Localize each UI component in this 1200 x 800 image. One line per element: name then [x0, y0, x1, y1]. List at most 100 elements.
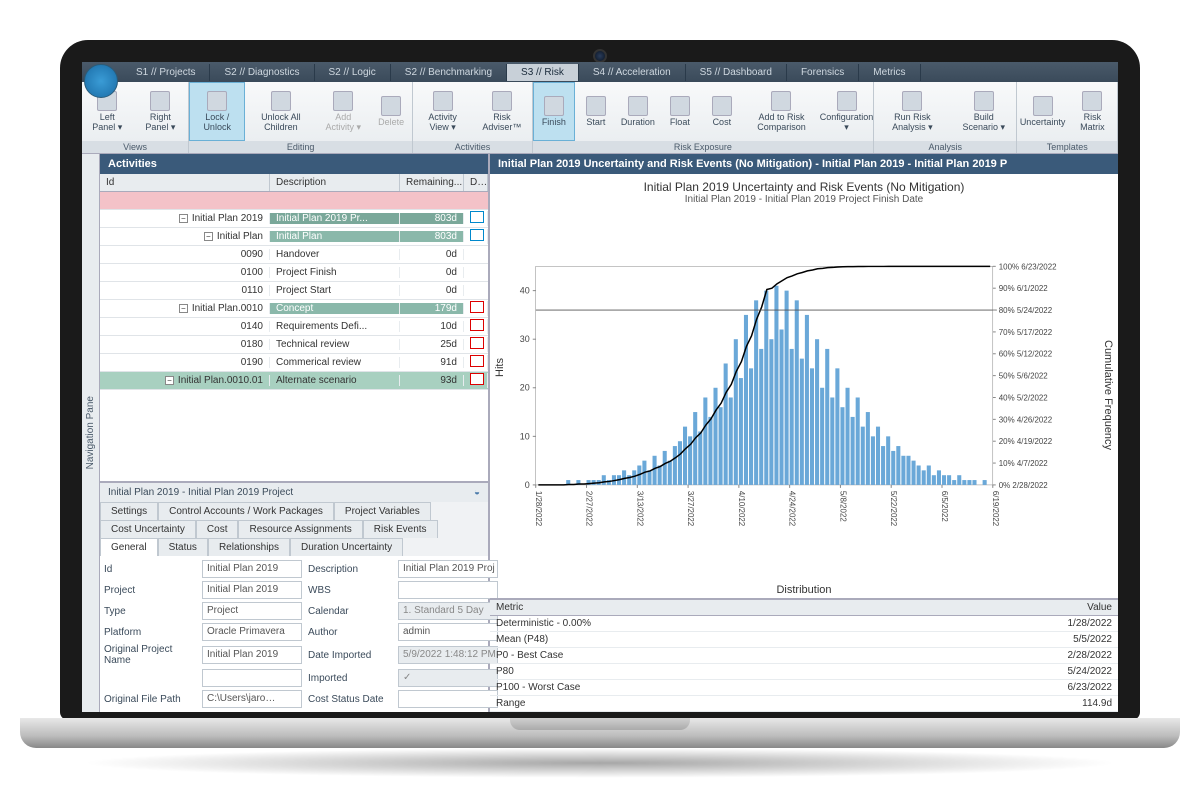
details-tab[interactable]: Project Variables [334, 502, 431, 520]
svg-text:4/10/2022: 4/10/2022 [737, 491, 746, 527]
module-tab[interactable]: S1 // Projects [122, 64, 210, 81]
svg-text:4/24/2022: 4/24/2022 [788, 491, 797, 527]
activity-row[interactable]: 0140Requirements Defi...10d [100, 318, 488, 336]
activity-row[interactable]: −Initial PlanInitial Plan803d [100, 228, 488, 246]
app-logo [84, 64, 118, 98]
field-value[interactable]: admin [398, 623, 498, 641]
field-value[interactable] [202, 669, 302, 687]
ribbon-button[interactable]: Activity View ▾ [413, 82, 472, 141]
activity-row[interactable]: −Initial Plan.0010Concept179d [100, 300, 488, 318]
activity-row[interactable] [100, 192, 488, 210]
collapse-icon[interactable]: ◒ [474, 487, 480, 498]
details-tab[interactable]: Relationships [208, 538, 290, 556]
tree-toggle-icon[interactable]: − [179, 214, 188, 223]
field-value[interactable]: Initial Plan 2019 [202, 560, 302, 578]
module-tabs: S1 // ProjectsS2 // DiagnosticsS2 // Log… [82, 62, 1118, 82]
ribbon-button[interactable]: Float [659, 82, 701, 141]
module-tab[interactable]: Forensics [787, 64, 859, 81]
activity-row[interactable]: 0190Commerical review91d [100, 354, 488, 372]
x-axis-label: Distribution [490, 582, 1118, 598]
metrics-col-value[interactable]: Value [1028, 600, 1118, 615]
activities-columns: Id Description Remaining... D… [100, 174, 488, 192]
details-tab[interactable]: Risk Events [363, 520, 438, 538]
details-tab[interactable]: Cost [196, 520, 239, 538]
module-tab[interactable]: S2 // Benchmarking [391, 64, 507, 81]
activity-row[interactable]: 0110Project Start0d [100, 282, 488, 300]
field-value[interactable]: Project [202, 602, 302, 620]
activity-row[interactable]: −Initial Plan 2019Initial Plan 2019 Pr..… [100, 210, 488, 228]
details-tab[interactable]: General [100, 538, 158, 556]
ribbon-button-label: Duration [621, 118, 655, 128]
metric-row[interactable]: P0 - Best Case2/28/2022 [490, 648, 1118, 664]
field-label: Platform [104, 627, 196, 638]
field-value[interactable] [398, 581, 498, 599]
module-tab[interactable]: Metrics [859, 64, 920, 81]
ribbon-button[interactable]: Start [575, 82, 617, 141]
ribbon-button-label: Left Panel ▾ [88, 113, 127, 133]
ribbon-button[interactable]: Add to Risk Comparison [743, 82, 820, 141]
details-tab[interactable]: Duration Uncertainty [290, 538, 403, 556]
module-tab[interactable]: S4 // Acceleration [579, 64, 686, 81]
details-tab[interactable]: Settings [100, 502, 158, 520]
ribbon-button[interactable]: Configuration ▾ [820, 82, 873, 141]
module-tab[interactable]: S2 // Logic [315, 64, 391, 81]
ribbon-button[interactable]: Unlock All Children [245, 82, 316, 141]
metric-row[interactable]: Deterministic - 0.00%1/28/2022 [490, 616, 1118, 632]
details-tab[interactable]: Resource Assignments [238, 520, 362, 538]
svg-text:0% 2/28/2022: 0% 2/28/2022 [999, 481, 1049, 490]
activity-row[interactable]: 0180Technical review25d [100, 336, 488, 354]
ribbon-button[interactable]: Cost [701, 82, 743, 141]
activity-row[interactable]: 0090Handover0d [100, 246, 488, 264]
navigation-pane-collapsed[interactable]: Navigation Pane [82, 154, 100, 712]
tree-toggle-icon[interactable]: − [179, 304, 188, 313]
details-tabs-row1: SettingsControl Accounts / Work Packages… [100, 502, 488, 520]
ribbon-button[interactable]: Right Panel ▾ [133, 82, 188, 141]
details-tab[interactable]: Status [158, 538, 208, 556]
ribbon-button[interactable]: Build Scenario ▾ [951, 82, 1017, 141]
activity-row[interactable]: 0100Project Finish0d [100, 264, 488, 282]
tree-toggle-icon[interactable]: − [165, 376, 174, 385]
col-description[interactable]: Description [270, 174, 400, 191]
field-value[interactable]: C:\Users\jaro… [202, 690, 302, 708]
field-value[interactable]: Oracle Primavera [202, 623, 302, 641]
chart-title: Initial Plan 2019 Uncertainty and Risk E… [490, 174, 1118, 194]
field-value[interactable] [398, 690, 498, 708]
metric-row[interactable]: P100 - Worst Case6/23/2022 [490, 680, 1118, 696]
details-tab[interactable]: Control Accounts / Work Packages [158, 502, 334, 520]
ribbon-button[interactable]: Uncertainty [1017, 82, 1067, 141]
ribbon-button[interactable]: Risk Matrix [1068, 82, 1117, 141]
metric-row[interactable]: Range114.9d [490, 696, 1118, 712]
metric-row[interactable]: Mean (P48)5/5/2022 [490, 632, 1118, 648]
activities-grid[interactable]: −Initial Plan 2019Initial Plan 2019 Pr..… [100, 192, 488, 481]
ribbon-button-label: Cost [713, 118, 732, 128]
field-value[interactable]: Initial Plan 2019 Proj [398, 560, 498, 578]
col-indicator[interactable]: D… [464, 174, 488, 191]
tree-toggle-icon[interactable]: − [204, 232, 213, 241]
details-panel: Initial Plan 2019 - Initial Plan 2019 Pr… [100, 481, 488, 712]
field-value[interactable]: ✓ [398, 669, 498, 687]
ribbon-button[interactable]: Finish [533, 82, 575, 141]
module-tab[interactable]: S2 // Diagnostics [210, 64, 314, 81]
field-value[interactable]: 5/9/2022 1:48:12 PM [398, 646, 498, 664]
field-value[interactable]: Initial Plan 2019 [202, 581, 302, 599]
ribbon-button[interactable]: Duration [617, 82, 659, 141]
ribbon-icon [670, 96, 690, 116]
activity-row[interactable]: −Initial Plan.0010.01Alternate scenario9… [100, 372, 488, 390]
ribbon-button-label: Risk Adviser™ [478, 113, 526, 133]
ribbon-button[interactable]: Lock / Unlock [189, 82, 245, 141]
metrics-table: Metric Value Deterministic - 0.00%1/28/2… [490, 598, 1118, 712]
ribbon-button-label: Risk Matrix [1074, 113, 1111, 133]
col-remaining[interactable]: Remaining... [400, 174, 464, 191]
metrics-body: Deterministic - 0.00%1/28/2022Mean (P48)… [490, 616, 1118, 712]
svg-text:50% 5/6/2022: 50% 5/6/2022 [999, 372, 1049, 381]
module-tab[interactable]: S5 // Dashboard [686, 64, 787, 81]
module-tab[interactable]: S3 // Risk [507, 64, 579, 81]
details-tab[interactable]: Cost Uncertainty [100, 520, 196, 538]
field-value[interactable]: Initial Plan 2019 [202, 646, 302, 664]
ribbon-button[interactable]: Run Risk Analysis ▾ [874, 82, 951, 141]
metric-row[interactable]: P805/24/2022 [490, 664, 1118, 680]
field-value[interactable]: 1. Standard 5 Day [398, 602, 498, 620]
ribbon-button[interactable]: Risk Adviser™ [472, 82, 532, 141]
col-id[interactable]: Id [100, 174, 270, 191]
metrics-col-metric[interactable]: Metric [490, 600, 1028, 615]
